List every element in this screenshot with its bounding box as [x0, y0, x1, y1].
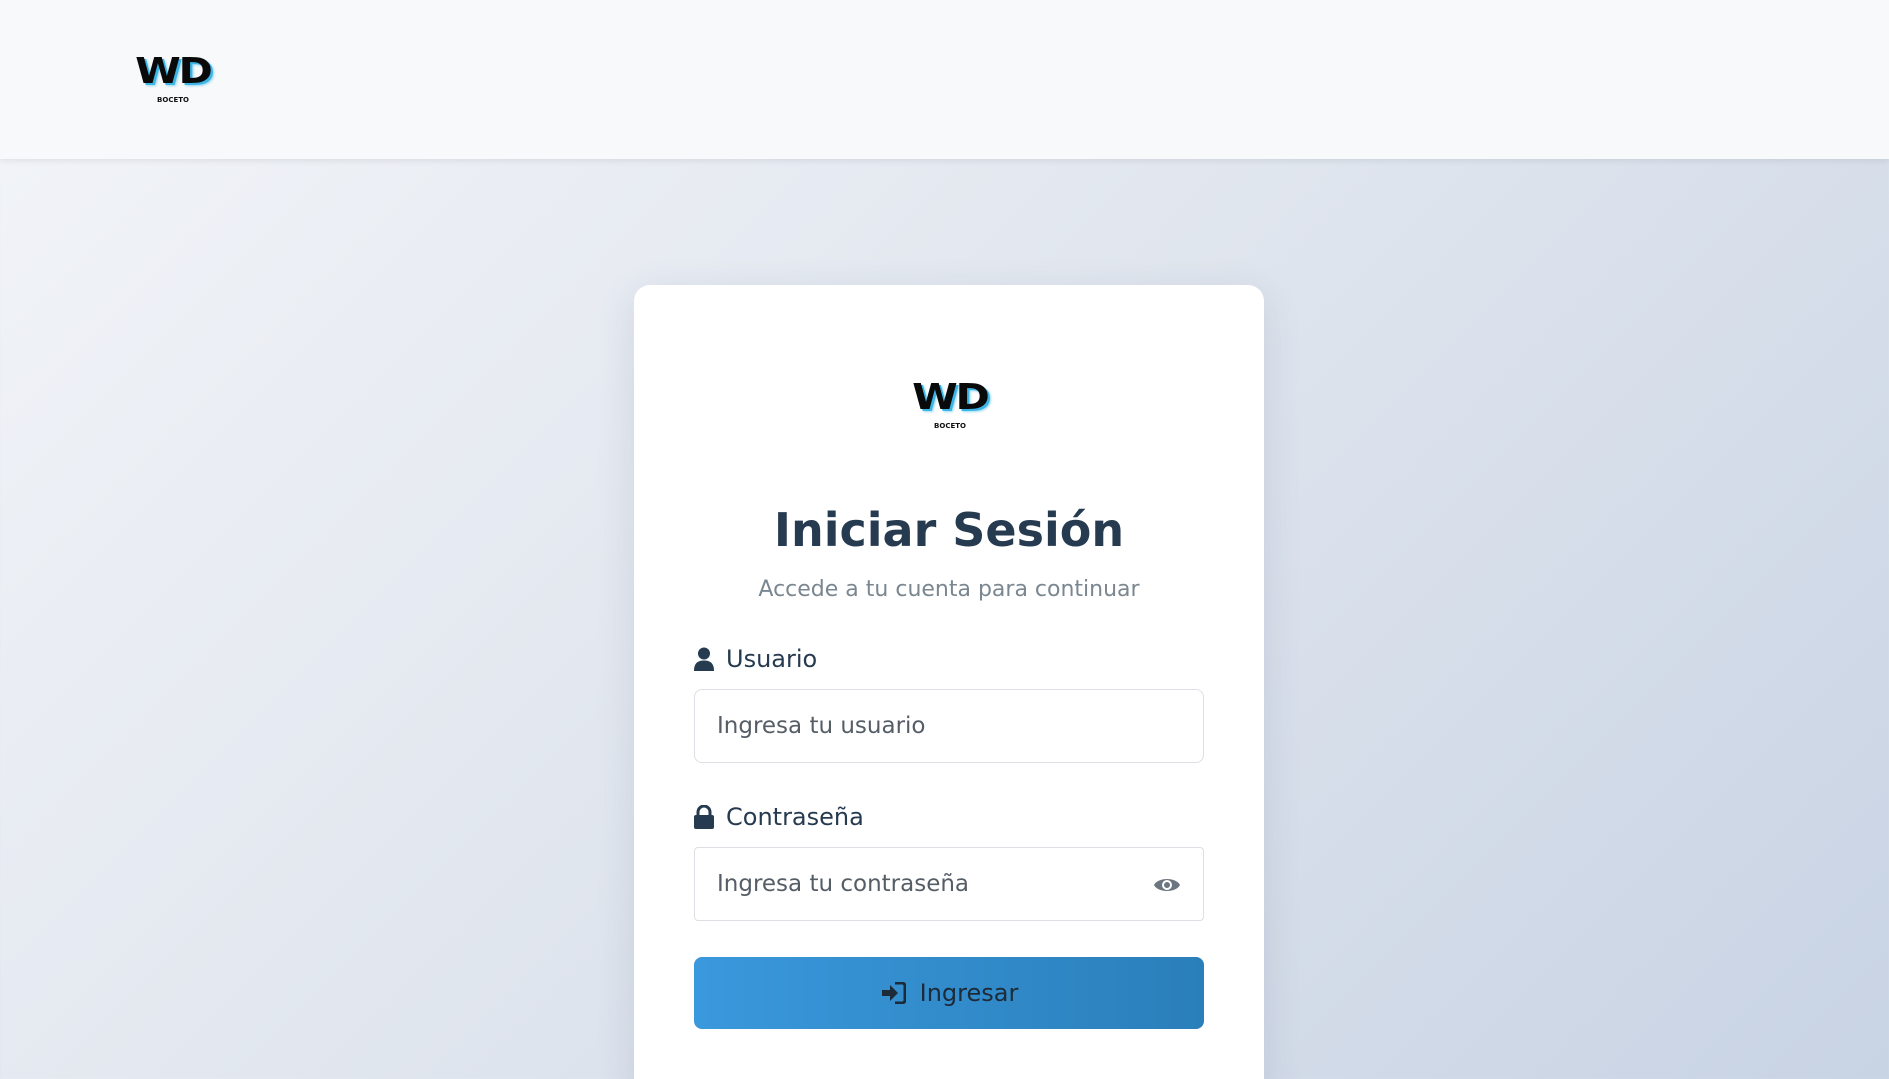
user-icon	[694, 647, 714, 671]
logo-subtext: BOCETO	[157, 96, 189, 104]
lock-icon	[694, 805, 714, 829]
login-card: WD BOCETO Iniciar Sesión Accede a tu cue…	[634, 285, 1264, 1079]
eye-icon[interactable]	[1153, 873, 1181, 897]
page-subtitle: Accede a tu cuenta para continuar	[758, 577, 1140, 602]
logo-subtext: BOCETO	[934, 422, 966, 430]
username-input[interactable]	[717, 713, 1181, 739]
top-navbar: WD BOCETO	[0, 0, 1889, 159]
password-label: Contraseña	[694, 803, 864, 831]
logo-mark: WD	[912, 377, 990, 418]
page-title: Iniciar Sesión	[773, 503, 1125, 557]
password-label-text: Contraseña	[726, 803, 864, 831]
username-label: Usuario	[694, 645, 817, 673]
username-label-text: Usuario	[726, 645, 818, 673]
card-logo: WD BOCETO	[912, 377, 990, 430]
brand-logo[interactable]: WD BOCETO	[135, 51, 213, 104]
logo-mark: WD	[135, 51, 213, 92]
login-button[interactable]: Ingresar	[694, 957, 1204, 1029]
password-field[interactable]	[694, 847, 1204, 921]
username-field[interactable]	[694, 689, 1204, 763]
password-input[interactable]	[717, 871, 1181, 897]
sign-in-icon	[881, 982, 906, 1004]
login-button-label: Ingresar	[919, 979, 1019, 1007]
